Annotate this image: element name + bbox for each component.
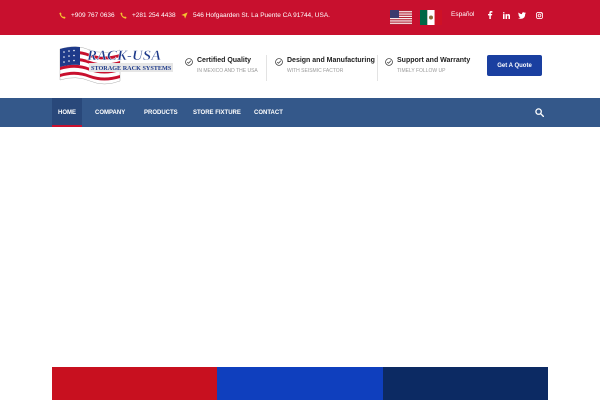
feature-block-blue [217, 367, 383, 400]
logo-tagline: STORAGE RACK SYSTEMS [91, 65, 172, 72]
top-bar: +909 767 0636 +281 254 4438 546 Hofgaard… [0, 0, 600, 35]
nav-item-store-fixture[interactable]: STORE FIXTURE [193, 98, 241, 127]
feature-block-red [52, 367, 217, 400]
linkedin-icon[interactable] [502, 11, 510, 19]
search-icon[interactable] [535, 108, 544, 117]
facebook-icon[interactable] [486, 11, 494, 19]
address: 546 Hofgaarden St. La Puente CA 91744, U… [180, 11, 330, 19]
us-flag-icon[interactable] [390, 10, 412, 25]
feature-subtitle: WITH SEISMIC FACTOR [287, 68, 344, 74]
phone-2[interactable]: +281 254 4438 [119, 11, 176, 19]
check-circle-icon [275, 58, 283, 66]
feature-block-navy [383, 367, 548, 400]
hero-area [0, 127, 600, 367]
address-text: 546 Hofgaarden St. La Puente CA 91744, U… [193, 11, 330, 19]
phone-2-text: +281 254 4438 [132, 11, 176, 19]
feature-subtitle: TIMELY FOLLOW UP [397, 68, 446, 74]
feature-title: Certified Quality [197, 57, 252, 64]
feature-subtitle: IN MEXICO AND THE USA [197, 68, 258, 74]
feature-title: Support and Warranty [397, 57, 471, 64]
nav-item-home[interactable]: HOME [52, 98, 82, 127]
divider [377, 55, 378, 81]
phone-1[interactable]: +909 767 0636 [58, 11, 115, 19]
logo-wordmark: RACK-USA [86, 48, 161, 64]
location-pin-icon [180, 11, 188, 19]
main-nav: HOME COMPANY PRODUCTS STORE FIXTURE CONT… [0, 98, 600, 127]
feature-title: Design and Manufacturing [287, 57, 375, 64]
phone-icon [119, 11, 127, 19]
get-a-quote-button[interactable]: Get A Quote [487, 55, 542, 76]
nav-item-products[interactable]: PRODUCTS [144, 98, 178, 127]
phone-1-text: +909 767 0636 [71, 11, 115, 19]
twitter-icon[interactable] [518, 11, 526, 19]
mexico-flag-icon[interactable] [420, 10, 442, 25]
language-link[interactable]: Español [451, 11, 475, 18]
check-circle-icon [385, 58, 393, 66]
nav-item-contact[interactable]: CONTACT [254, 98, 283, 127]
divider [266, 55, 267, 81]
header: RACK-USA STORAGE RACK SYSTEMS Certified … [0, 35, 600, 98]
logo[interactable]: RACK-USA STORAGE RACK SYSTEMS [58, 43, 178, 89]
instagram-icon[interactable] [535, 11, 543, 19]
check-circle-icon [185, 58, 193, 66]
phone-icon [58, 11, 66, 19]
nav-item-company[interactable]: COMPANY [95, 98, 125, 127]
